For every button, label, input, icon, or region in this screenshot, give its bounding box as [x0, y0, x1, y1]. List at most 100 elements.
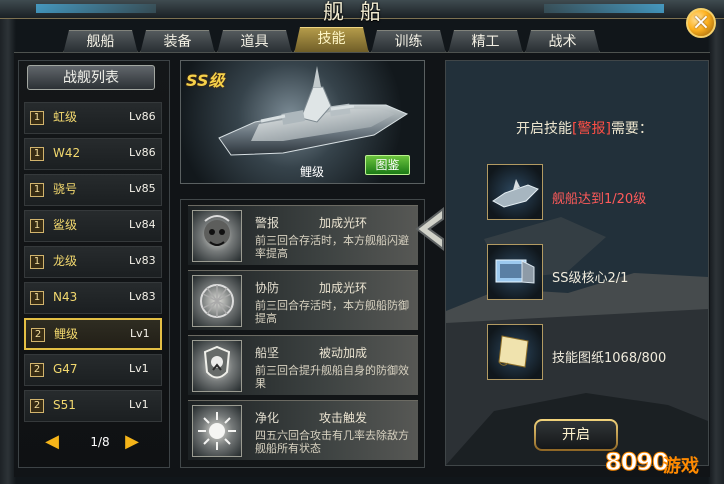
slot-badge: 2	[31, 328, 45, 342]
ship-level: Lv1	[129, 398, 149, 411]
ship-list-item-selected[interactable]: 2 鲤级 Lv1	[24, 318, 162, 350]
requirement-text: 舰船达到1/20级	[552, 192, 647, 207]
skill-type: 加成光环	[319, 281, 368, 295]
slot-badge: 2	[30, 363, 44, 377]
slot-badge: 1	[30, 147, 44, 161]
ship-level: Lv86	[129, 110, 156, 123]
requirement-title-suffix: 需要：	[610, 121, 653, 137]
mesh-sphere-icon	[192, 275, 242, 327]
slot-badge: 1	[30, 183, 44, 197]
selected-skill-arrow-icon	[415, 206, 444, 252]
prev-page-button[interactable]: ◀	[43, 433, 61, 451]
ship-list-item[interactable]: 1 N43 Lv83	[24, 282, 162, 314]
requirement-title-prefix: 开启技能	[516, 121, 572, 137]
tab-refine[interactable]: 精工	[448, 30, 523, 54]
skill-description: 前三回合存活时，本方舰船闪避率提高	[255, 234, 409, 260]
core-icon-art	[495, 259, 535, 284]
ship-list-item[interactable]: 1 龙级 Lv83	[24, 246, 162, 278]
ship-list-item[interactable]: 1 W42 Lv86	[24, 138, 162, 170]
page-indicator: 1/8	[90, 435, 110, 449]
core-icon	[487, 244, 543, 300]
ship-icon	[487, 164, 543, 220]
requirement-text: SS级核心2/1	[552, 271, 629, 286]
requirement-title-highlight: [警报]	[572, 121, 611, 137]
right-arrow-icon: ▶	[125, 431, 139, 452]
ship-name: 鲤级	[54, 327, 79, 341]
slot-badge: 1	[30, 255, 44, 269]
slot-badge: 1	[30, 219, 44, 233]
left-arrow-icon: ◀	[45, 431, 59, 452]
skill-icon-art	[200, 284, 234, 318]
skill-item[interactable]: 船坚 被动加成 前三回合提升舰船自身的防御效果	[188, 335, 418, 395]
slot-badge: 2	[30, 399, 44, 413]
skill-type: 加成光环	[319, 216, 368, 230]
ship-list-item[interactable]: 1 骁号 Lv85	[24, 174, 162, 206]
ship-grade-badge: SS级	[186, 71, 225, 90]
tab-bar: 舰船 装备 道具 技能 训练 精工 战术	[63, 26, 604, 54]
skill-item[interactable]: 警报 加成光环 前三回合存活时，本方舰船闪避率提高	[188, 205, 418, 265]
skill-icon-art	[204, 215, 230, 246]
scroll-icon	[487, 324, 543, 380]
ship-name: 鲨级	[53, 218, 78, 232]
close-button[interactable]: ×	[686, 8, 716, 38]
ship-name: N43	[53, 290, 78, 304]
ship-name: W42	[53, 146, 81, 160]
skill-type: 攻击触发	[319, 411, 368, 425]
skill-icon-art	[198, 412, 236, 450]
watermark-text: 游戏	[663, 456, 699, 477]
skull-icon	[192, 210, 242, 262]
skill-name: 警报	[255, 216, 280, 230]
tab-equipment[interactable]: 装备	[140, 30, 215, 54]
ship-level: Lv85	[129, 182, 156, 195]
ship-name: 龙级	[53, 254, 78, 268]
skill-item[interactable]: 协防 加成光环 前三回合存活时，本方舰船防御提高	[188, 270, 418, 330]
ship-level: Lv1	[129, 362, 149, 375]
tab-items[interactable]: 道具	[217, 30, 292, 54]
ship-list-header: 战舰列表	[27, 65, 155, 90]
top-bar-accent-left	[36, 4, 156, 13]
preview-ship-name: 鲤级	[299, 165, 324, 179]
skill-name: 净化	[255, 411, 280, 425]
top-bar-accent-right	[544, 4, 664, 13]
skill-item[interactable]: 净化 攻击触发 四五六回合攻击有几率去除敌方舰船所有状态	[188, 400, 418, 460]
close-icon: ×	[691, 10, 711, 35]
ship-list-panel: 战舰列表 1 虹级 Lv86 1 W42 Lv86 1 骁号 Lv85 1 鲨级…	[18, 60, 170, 468]
skill-description: 前三回合存活时，本方舰船防御提高	[255, 299, 409, 325]
watermark-number: 8090	[605, 448, 670, 477]
next-page-button[interactable]: ▶	[123, 433, 141, 451]
ship-name: S51	[53, 398, 76, 412]
requirement-title: 开启技能[警报]需要：	[516, 118, 686, 138]
ship-icon-art	[492, 179, 539, 208]
requirement-text: 技能图纸1068/800	[552, 351, 667, 366]
ship-list-item[interactable]: 2 G47 Lv1	[24, 354, 162, 386]
tab-skills[interactable]: 技能	[294, 27, 369, 54]
skill-name: 协防	[255, 281, 280, 295]
skill-type: 被动加成	[319, 346, 368, 360]
shield-icon	[192, 340, 242, 392]
ship-level: Lv1	[130, 327, 150, 340]
guide-button[interactable]: 图鉴	[365, 155, 410, 175]
skill-description: 四五六回合攻击有几率去除敌方舰船所有状态	[255, 429, 409, 455]
scroll-icon-art	[498, 335, 529, 368]
ship-name: G47	[53, 362, 78, 376]
window-title: 舰船	[323, 0, 397, 24]
tab-training[interactable]: 训练	[371, 30, 446, 54]
unlock-skill-button[interactable]: 开启	[534, 419, 618, 451]
tab-ships[interactable]: 舰船	[63, 30, 138, 54]
skill-icon-art	[203, 345, 231, 379]
ship-name: 虹级	[53, 110, 78, 124]
ship-list-item[interactable]: 1 虹级 Lv86	[24, 102, 162, 134]
pagination: ◀ 1/8 ▶	[25, 433, 145, 453]
site-logo-watermark: 8090 游戏	[605, 448, 715, 478]
ship-level: Lv83	[129, 254, 156, 267]
slot-badge: 1	[30, 111, 44, 125]
ship-list-item[interactable]: 2 S51 Lv1	[24, 390, 162, 422]
ship-name: 骁号	[53, 182, 78, 196]
ship-list-item[interactable]: 1 鲨级 Lv84	[24, 210, 162, 242]
ship-level: Lv86	[129, 146, 156, 159]
ship-level: Lv84	[129, 218, 156, 231]
unlock-skill-button-label: 开启	[536, 421, 616, 449]
tab-tactics[interactable]: 战术	[525, 30, 600, 54]
slot-badge: 1	[30, 291, 44, 305]
skill-description: 前三回合提升舰船自身的防御效果	[255, 364, 409, 390]
